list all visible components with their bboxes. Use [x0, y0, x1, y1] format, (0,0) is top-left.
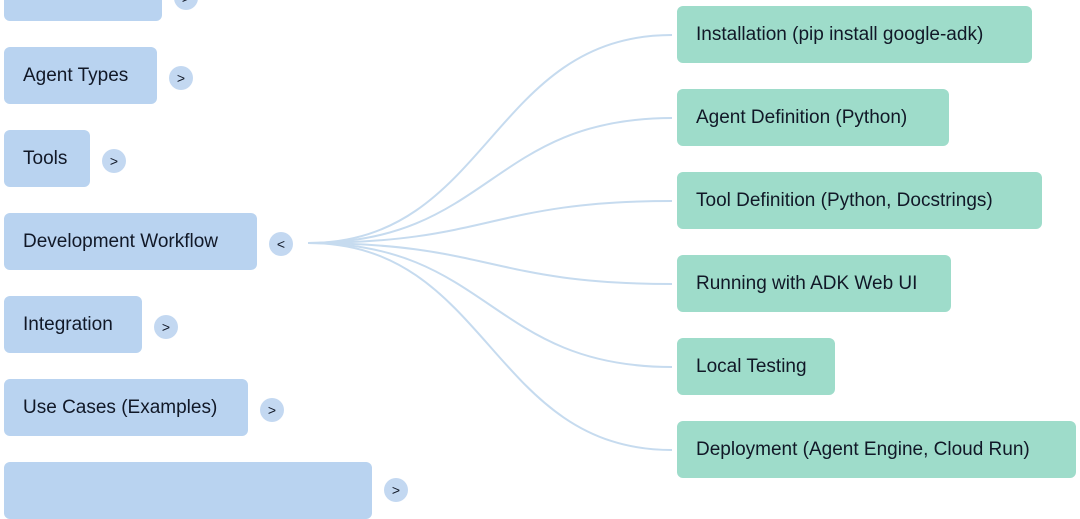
toggle-label: >: [391, 482, 401, 498]
node-installation[interactable]: Installation (pip install google-adk): [677, 6, 1032, 63]
node-development-workflow[interactable]: Development Workflow: [4, 213, 257, 270]
connector-local-testing: [307, 242, 673, 368]
node-label: Tool Definition (Python, Docstrings): [696, 189, 993, 211]
expand-toggle-use-cases[interactable]: >: [260, 398, 284, 422]
toggle-label: >: [182, 0, 190, 6]
node-tool-definition[interactable]: Tool Definition (Python, Docstrings): [677, 172, 1042, 229]
node-local-testing[interactable]: Local Testing: [677, 338, 835, 395]
connector-installation: [307, 34, 673, 244]
expand-toggle-tools[interactable]: >: [102, 149, 126, 173]
toggle-label: >: [109, 153, 119, 169]
node-label: Installation (pip install google-adk): [696, 23, 984, 45]
connector-deployment: [307, 242, 673, 451]
node-tools[interactable]: Tools: [4, 130, 90, 187]
node-label: Local Testing: [696, 355, 807, 377]
toggle-label: >: [176, 70, 186, 86]
node-partial-bottom[interactable]: [4, 462, 372, 519]
expand-toggle-partial-top[interactable]: >: [174, 0, 198, 10]
collapse-toggle-development-workflow[interactable]: <: [269, 232, 293, 256]
connector-agent-definition: [307, 117, 673, 244]
node-agent-definition[interactable]: Agent Definition (Python): [677, 89, 949, 146]
node-label: Deployment (Agent Engine, Cloud Run): [696, 438, 1030, 460]
expand-toggle-integration[interactable]: >: [154, 315, 178, 339]
node-label: Integration: [23, 313, 113, 335]
node-label: Agent Definition (Python): [696, 106, 908, 128]
expand-toggle-agent-types[interactable]: >: [169, 66, 193, 90]
node-use-cases[interactable]: Use Cases (Examples): [4, 379, 248, 436]
toggle-label: >: [161, 319, 171, 335]
node-label: Development Workflow: [23, 230, 219, 252]
toggle-label: <: [276, 236, 286, 252]
node-label: Use Cases (Examples): [23, 396, 218, 418]
node-label: Tools: [23, 147, 68, 169]
toggle-label: >: [267, 402, 277, 418]
node-running-web-ui[interactable]: Running with ADK Web UI: [677, 255, 951, 312]
node-label: Running with ADK Web UI: [696, 272, 918, 294]
node-partial-top[interactable]: [4, 0, 162, 21]
node-label: Agent Types: [23, 64, 129, 86]
node-deployment[interactable]: Deployment (Agent Engine, Cloud Run): [677, 421, 1076, 478]
connector-tool-definition: [307, 200, 673, 244]
node-agent-types[interactable]: Agent Types: [4, 47, 157, 104]
node-integration[interactable]: Integration: [4, 296, 142, 353]
connector-running-web-ui: [307, 242, 673, 285]
